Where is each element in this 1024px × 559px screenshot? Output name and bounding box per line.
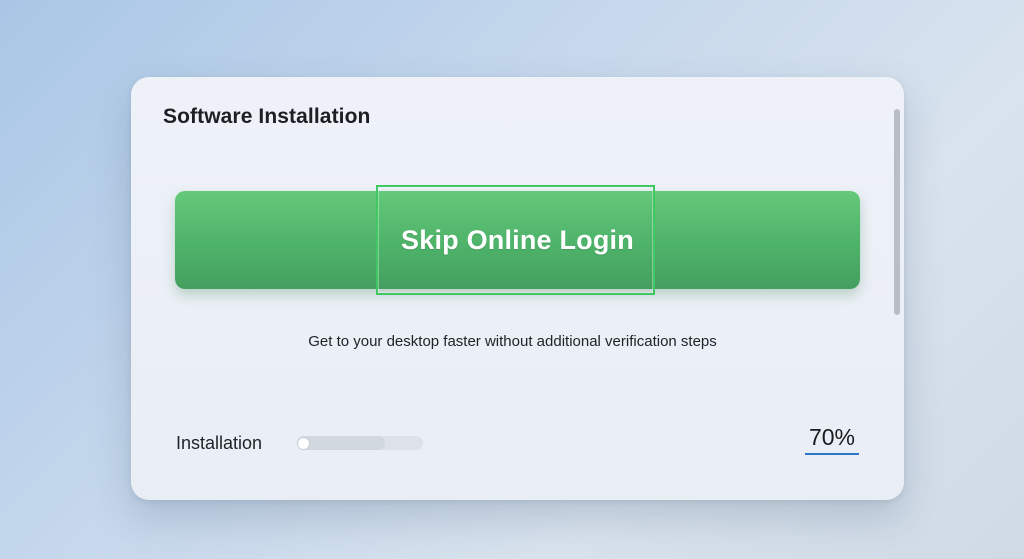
progress-percent: 70% — [805, 424, 859, 455]
installation-dialog: Software Installation Skip Online Login … — [131, 77, 904, 500]
button-description: Get to your desktop faster without addit… — [308, 333, 717, 350]
installation-label: Installation — [176, 433, 263, 453]
progress-knob — [298, 438, 309, 449]
skip-online-login-label: Skip Online Login — [401, 224, 634, 255]
dialog-title: Software Installation — [163, 105, 371, 128]
installation-progress-bar — [297, 436, 423, 450]
skip-online-login-button[interactable]: Skip Online Login — [175, 185, 860, 295]
scrollbar[interactable] — [894, 109, 900, 315]
progress-fill — [297, 436, 386, 450]
